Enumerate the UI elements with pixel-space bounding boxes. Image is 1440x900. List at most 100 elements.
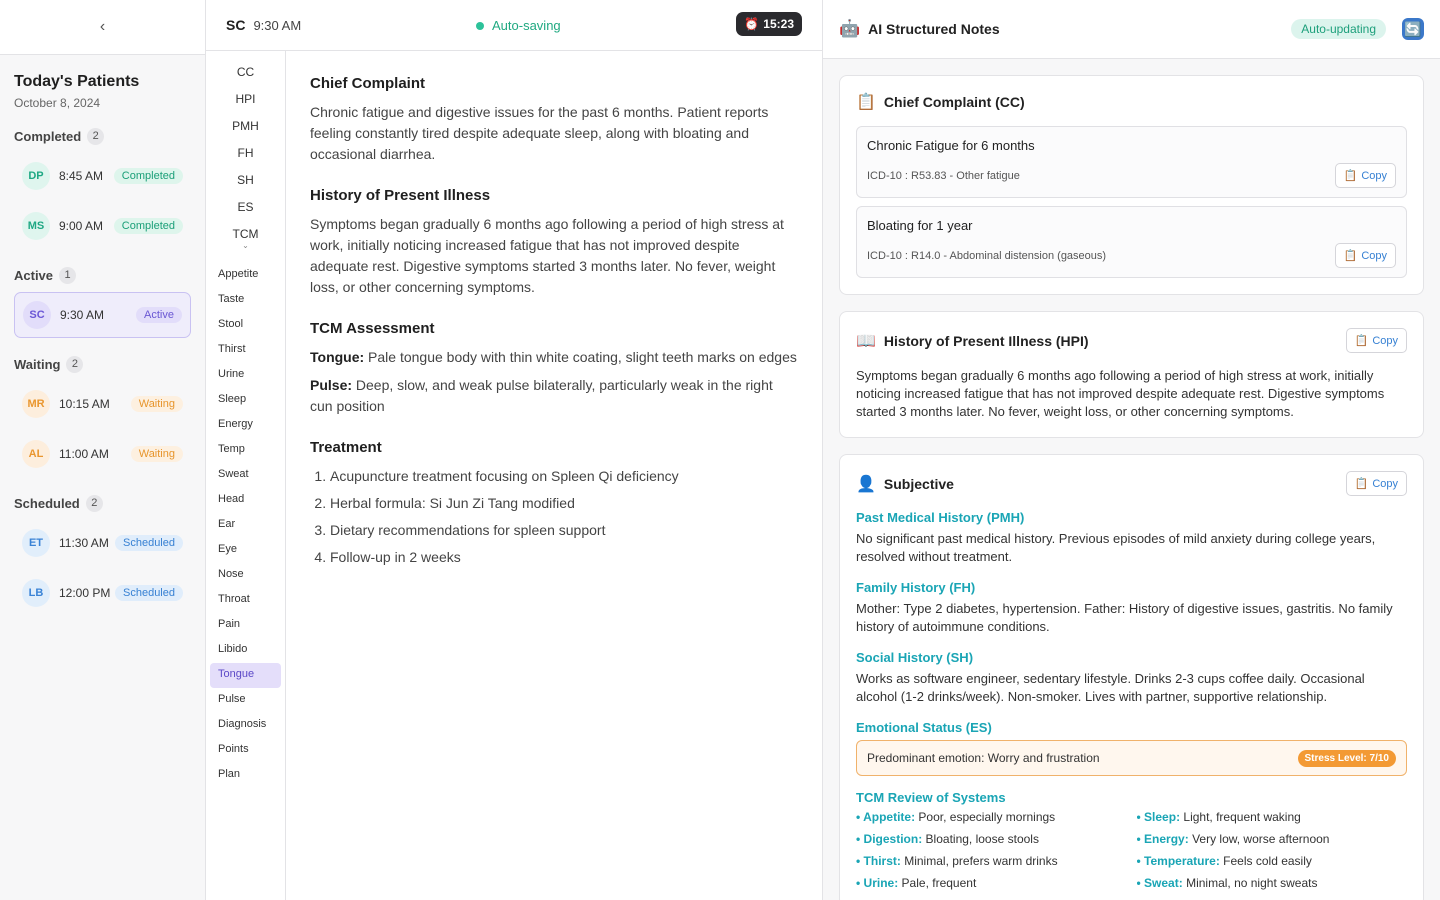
robot-icon: 🤖 [839,19,861,38]
section-nav-cc[interactable]: CC [206,65,285,92]
ros-key: Energy: [1144,832,1189,846]
subjective-card: 👤 Subjective 📋 Copy Past Medical History … [839,454,1424,900]
status-badge: Scheduled [115,585,183,601]
section-nav-item-appetite[interactable]: Appetite [210,263,281,288]
status-dot-icon [476,21,484,30]
current-patient-time: 9:30 AM [253,17,302,33]
status-badge: Completed [113,168,183,184]
copy-label: Copy [1361,249,1387,262]
section-nav-item-throat[interactable]: Throat [210,588,281,613]
appointment-time: 8:45 AM [59,169,104,183]
section-nav-item-ear[interactable]: Ear [210,513,281,538]
patient-group-header: Scheduled 2 [14,495,191,512]
ros-item: • Energy: Very low, worse afternoon [1137,832,1408,846]
patient-row[interactable]: LB 12:00 PM Scheduled [14,570,191,616]
section-nav-fh[interactable]: FH [206,146,285,173]
patient-row[interactable]: ET 11:30 AM Scheduled [14,520,191,566]
sh-heading: Social History (SH) [856,650,974,665]
section-nav-pmh[interactable]: PMH [206,119,285,146]
chevron-down-icon[interactable]: ⌄ [206,241,285,263]
ros-key: Sleep: [1144,810,1181,824]
ros-key: Thirst: [863,854,901,868]
bullet-icon: • [1136,832,1145,846]
group-count-badge: 2 [85,495,103,512]
section-nav-item-stool[interactable]: Stool [210,313,281,338]
cc-heading: Chief Complaint [310,75,425,92]
section-nav-hpi[interactable]: HPI [206,92,285,119]
section-nav-item-temp[interactable]: Temp [210,438,281,463]
session-timer[interactable]: ⏰ 15:23 [736,12,802,36]
patient-row[interactable]: MR 10:15 AM Waiting [14,381,191,427]
status-badge: Waiting [130,446,183,462]
complaint-code-row: ICD-10 : R53.83 - Other fatigue 📋 Copy [867,163,1396,188]
sidebar-header: ‹ [0,0,205,55]
bullet-icon: • [1136,810,1145,824]
treatment-item: Follow-up in 2 weeks [330,547,798,567]
section-nav-item-plan[interactable]: Plan [210,763,281,788]
section-nav-item-pain[interactable]: Pain [210,613,281,638]
editor-body: CC HPI PMH FH SH ES TCM ⌄ Appetite Taste Stool Thir… [206,51,822,900]
bullet-icon: • [1136,876,1145,890]
treatment-item: Acupuncture treatment focusing on Spleen… [330,466,798,486]
copy-label: Copy [1372,477,1398,490]
section-nav-item-libido[interactable]: Libido [210,638,281,663]
appointment-time: 9:30 AM [60,308,105,322]
section-nav-item-nose[interactable]: Nose [210,563,281,588]
section-nav-item-head[interactable]: Head [210,488,281,513]
stress-level-badge: Stress Level: 7/10 [1297,749,1396,767]
section-nav-item-thirst[interactable]: Thirst [210,338,281,363]
autosave-indicator: Auto-saving [476,18,561,33]
emotional-status-box: Predominant emotion: Worry and frustrati… [856,740,1407,776]
tongue-text: Pale tongue body with thin white coating… [364,349,797,365]
group-count-badge: 2 [87,128,105,145]
avatar: SC [23,301,51,329]
patient-group-header: Completed 2 [14,128,191,145]
ros-value: Feels cold easily [1219,854,1312,868]
status-badge: Completed [113,218,183,234]
patient-row[interactable]: DP 8:45 AM Completed [14,153,191,199]
autosave-label: Auto-saving [492,18,561,33]
sh-text: Works as software engineer, sedentary li… [856,671,1365,704]
complaint-item: Bloating for 1 year ICD-10 : R14.0 - Abdo… [856,206,1407,278]
copy-hpi-button[interactable]: 📋 Copy [1345,328,1407,353]
section-nav-tcm[interactable]: TCM [206,227,285,241]
copy-complaint-button[interactable]: 📋 Copy [1334,243,1396,268]
patient-row[interactable]: AL 11:00 AM Waiting [14,431,191,477]
section-nav-item-points[interactable]: Points [210,738,281,763]
section-nav-item-sleep[interactable]: Sleep [210,388,281,413]
hpi-heading: History of Present Illness [310,187,491,204]
person-icon: 👤 [856,475,876,493]
copy-subjective-button[interactable]: 📋 Copy [1345,471,1407,496]
patient-group-header: Waiting 2 [14,356,191,373]
hpi-section: History of Present Illness Symptoms bega… [310,187,798,298]
section-nav-item-diagnosis[interactable]: Diagnosis [210,713,281,738]
pulse-line: Pulse: Deep, slow, and weak pulse bilate… [310,375,798,417]
tcm-section: TCM Assessment Tongue: Pale tongue body … [310,320,798,417]
hpi-card-header: 📖 History of Present Illness (HPI) 📋 Copy [856,328,1407,353]
refresh-icon[interactable]: 🔄 [1402,18,1424,40]
section-nav-item-eye[interactable]: Eye [210,538,281,563]
ros-grid: • Appetite: Poor, especially mornings • S… [856,810,1407,890]
appointment-time: 10:15 AM [59,397,110,411]
collapse-sidebar-icon[interactable]: ‹ [91,18,115,36]
ros-item: • Sweat: Minimal, no night sweats [1137,876,1408,890]
section-nav-item-tongue[interactable]: Tongue [210,663,281,688]
patient-row[interactable]: MS 9:00 AM Completed [14,203,191,249]
section-nav-item-urine[interactable]: Urine [210,363,281,388]
section-nav-item-sweat[interactable]: Sweat [210,463,281,488]
treatment-list: Acupuncture treatment focusing on Spleen… [310,466,798,567]
section-nav-item-energy[interactable]: Energy [210,413,281,438]
patient-sidebar: ‹ Today's Patients October 8, 2024 Compl… [0,0,206,900]
section-nav-item-taste[interactable]: Taste [210,288,281,313]
section-nav-es[interactable]: ES [206,200,285,227]
copy-complaint-button[interactable]: 📋 Copy [1334,163,1396,188]
patient-row[interactable]: SC 9:30 AM Active [14,292,191,338]
clipboard-icon: 📋 [1343,250,1358,262]
note-document[interactable]: Chief Complaint Chronic fatigue and dige… [286,51,822,900]
editor-header: SC 9:30 AM Auto-saving ⏰ 15:23 [206,0,822,51]
clipboard-icon: 📋 [1343,170,1358,182]
cc-text: Chronic fatigue and digestive issues for… [310,104,769,162]
section-nav-sh[interactable]: SH [206,173,285,200]
section-nav-item-pulse[interactable]: Pulse [210,688,281,713]
auto-updating-badge: Auto-updating [1291,19,1386,39]
